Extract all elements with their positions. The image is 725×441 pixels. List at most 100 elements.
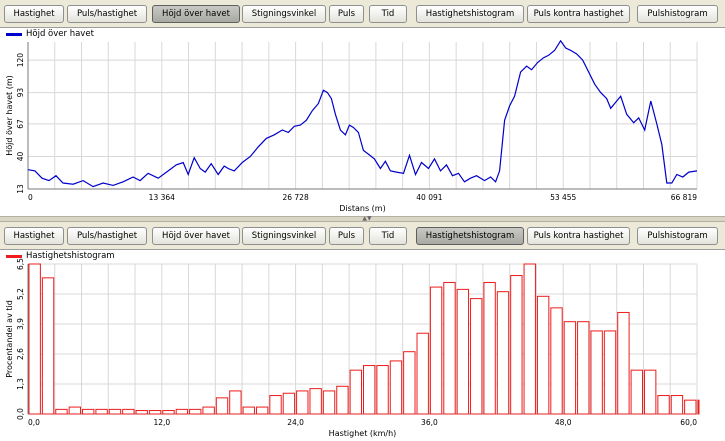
histogram-bar — [470, 298, 483, 415]
bottom-tab-tid[interactable]: Tid — [369, 227, 407, 245]
histogram-panel: Hastighet Puls/hastighet Höjd över havet St… — [0, 222, 725, 441]
elevation-y-tick-label: 13 — [16, 184, 25, 194]
histogram-bar — [55, 408, 68, 415]
histogram-x-tick-label: 48,0 — [555, 418, 572, 427]
histogram-bar — [550, 307, 563, 415]
top-tab-pulshistogram[interactable]: Pulshistogram — [637, 5, 718, 23]
histogram-chart-area: Hastighetshistogram 0,0 12,0 24,0 36,0 48,0 6… — [0, 249, 725, 441]
histogram-bar — [82, 408, 95, 415]
speed-histogram-chart: 0,0 12,0 24,0 36,0 48,0 60,0 0,0 1,3 2,6 3,9 5,2 6,… — [5, 258, 700, 438]
elevation-plot-background — [28, 42, 697, 189]
histogram-bar — [162, 410, 175, 415]
bottom-tab-puls[interactable]: Puls — [329, 227, 364, 245]
top-tabbar: Hastighet Puls/hastighet Höjd över havet St… — [0, 5, 725, 25]
elevation-x-tick-label: 66 819 — [671, 193, 697, 202]
elevation-chart-area: Höjd över havet 0 13 364 26 728 40 091 53 45… — [0, 27, 725, 216]
histogram-bar — [670, 395, 684, 415]
bottom-tabbar: Hastighet Puls/hastighet Höjd över havet St… — [0, 227, 725, 247]
histogram-bar — [429, 286, 443, 415]
histogram-x-tick-label: 12,0 — [153, 418, 170, 427]
histogram-y-tick-label: 6,5 — [16, 258, 25, 270]
histogram-bar — [255, 406, 269, 415]
histogram-bar — [28, 263, 41, 415]
bottom-tab-stigningsvinkel[interactable]: Stigningsvinkel — [242, 227, 326, 245]
elevation-x-axis-label: Distans (m) — [339, 204, 385, 213]
elevation-chart: 0 13 364 26 728 40 091 53 455 66 819 13 40 67 93 1… — [5, 39, 698, 213]
histogram-bar — [483, 281, 496, 415]
histogram-bar — [376, 365, 389, 415]
elevation-y-tick-label: 67 — [16, 119, 25, 129]
histogram-bar — [403, 351, 416, 415]
top-tab-puls[interactable]: Puls — [329, 5, 364, 23]
histogram-bar — [496, 291, 510, 415]
elevation-y-tick-label: 93 — [16, 88, 25, 98]
histogram-bar — [336, 385, 349, 415]
elevation-x-tick-label: 0 — [28, 193, 33, 202]
bottom-tab-hastighetshistogram[interactable]: Hastighetshistogram — [416, 227, 524, 245]
histogram-bar — [443, 281, 456, 415]
top-tab-tid[interactable]: Tid — [369, 5, 407, 23]
top-tab-puls-hastighet[interactable]: Puls/hastighet — [67, 5, 147, 23]
histogram-x-tick-label: 24,0 — [287, 418, 304, 427]
histogram-bar — [536, 295, 550, 415]
histogram-bar — [95, 408, 108, 415]
elevation-panel: Hastighet Puls/hastighet Höjd över havet St… — [0, 0, 725, 216]
elevation-x-tick-label: 53 455 — [550, 193, 576, 202]
histogram-bar — [603, 330, 617, 415]
histogram-bar — [175, 408, 189, 415]
histogram-bar — [416, 332, 429, 415]
histogram-y-tick-label: 3,9 — [16, 318, 25, 330]
histogram-bar — [363, 365, 376, 415]
histogram-bar — [41, 277, 55, 415]
histogram-x-tick-label: 60,0 — [680, 418, 697, 427]
elevation-y-axis-label: Höjd över havet (m) — [5, 75, 14, 155]
histogram-bar — [202, 406, 215, 415]
histogram-bar — [630, 369, 643, 415]
elevation-x-tick-label: 26 728 — [282, 193, 308, 202]
histogram-y-tick-label: 5,2 — [16, 288, 25, 300]
bottom-tab-hojd[interactable]: Höjd över havet — [152, 227, 240, 245]
histogram-y-tick-label: 2,6 — [16, 348, 25, 360]
histogram-bar — [148, 410, 162, 415]
histogram-x-tick-label: 36,0 — [421, 418, 438, 427]
elevation-y-tick-label: 40 — [16, 151, 25, 161]
histogram-bar — [456, 288, 470, 415]
histogram-bar — [657, 395, 670, 415]
histogram-bar — [643, 369, 657, 415]
histogram-bar — [389, 360, 403, 415]
bottom-tab-hastighet[interactable]: Hastighet — [4, 227, 64, 245]
histogram-bar — [684, 399, 697, 415]
histogram-bar — [282, 392, 296, 415]
histogram-bar — [269, 395, 282, 415]
top-tab-stigningsvinkel[interactable]: Stigningsvinkel — [242, 5, 326, 23]
elevation-x-tick-label: 40 091 — [416, 193, 442, 202]
histogram-bar — [68, 406, 82, 415]
histogram-bar — [563, 321, 577, 415]
bottom-tab-puls-kontra-hastighet[interactable]: Puls kontra hastighet — [527, 227, 630, 245]
histogram-bar — [322, 390, 336, 415]
histogram-bar — [577, 321, 590, 415]
histogram-x-tick-label: 0,0 — [28, 418, 40, 427]
histogram-bar — [122, 408, 135, 415]
histogram-bar — [229, 390, 242, 415]
histogram-bar — [242, 406, 255, 415]
histogram-bar — [510, 275, 523, 415]
top-tab-hastighetshistogram[interactable]: Hastighetshistogram — [416, 5, 524, 23]
histogram-bar — [523, 263, 536, 415]
top-tab-puls-kontra-hastighet[interactable]: Puls kontra hastighet — [527, 5, 630, 23]
bottom-tab-pulshistogram[interactable]: Pulshistogram — [637, 227, 718, 245]
histogram-y-tick-label: 0,0 — [16, 408, 25, 420]
histogram-bar — [697, 399, 700, 415]
histogram-x-axis-label: Hastighet (km/h) — [329, 429, 397, 438]
histogram-bar — [296, 390, 309, 415]
top-tab-hojd[interactable]: Höjd över havet — [152, 5, 240, 23]
elevation-x-tick-label: 13 364 — [149, 193, 175, 202]
histogram-y-axis-label: Procentandel av tid — [5, 300, 14, 378]
histogram-bar — [590, 330, 603, 415]
histogram-bar — [349, 369, 362, 415]
bottom-tab-puls-hastighet[interactable]: Puls/hastighet — [67, 227, 147, 245]
elevation-y-tick-label: 120 — [16, 53, 25, 68]
histogram-bar — [108, 408, 122, 415]
top-tab-hastighet[interactable]: Hastighet — [4, 5, 64, 23]
histogram-bar — [617, 311, 630, 415]
